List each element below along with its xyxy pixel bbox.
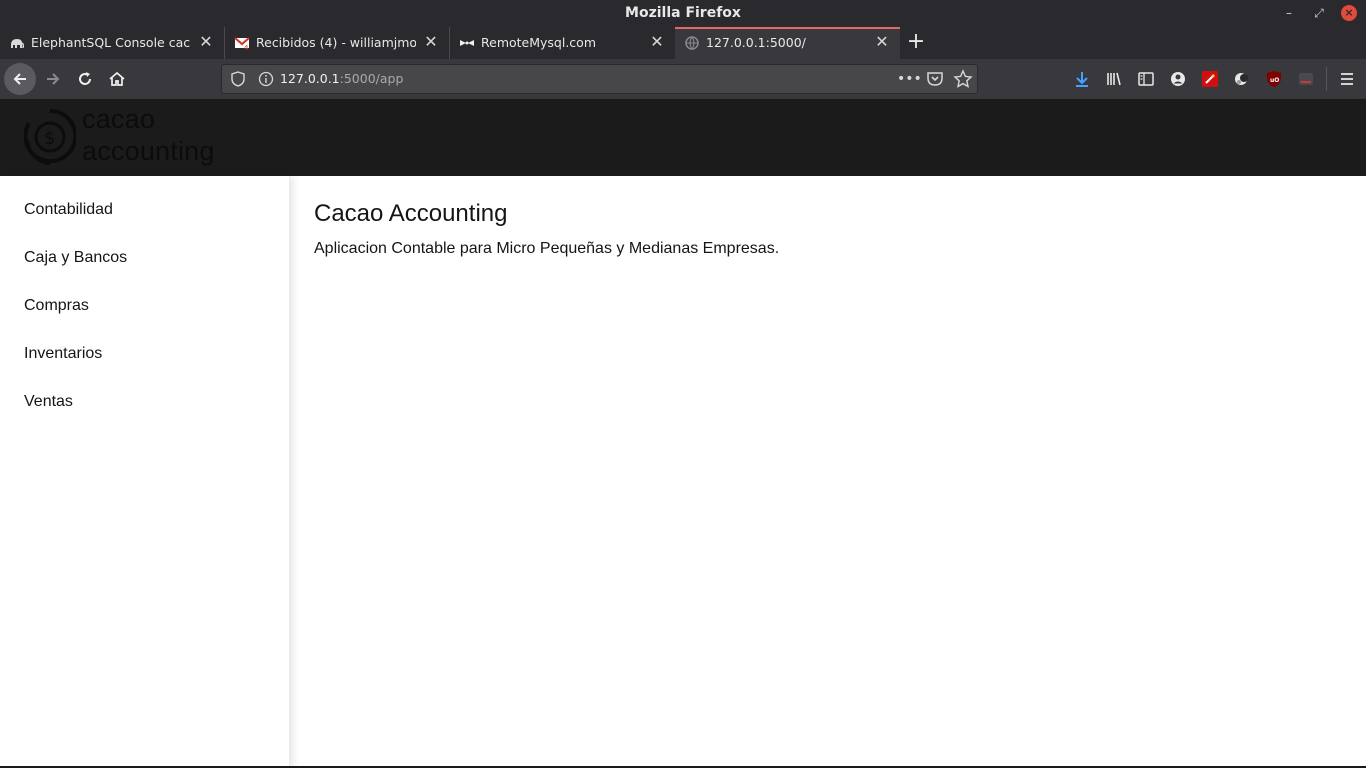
extension-dark-icon[interactable]: [1297, 70, 1315, 88]
url-text[interactable]: 127.0.0.1:5000/app: [280, 71, 403, 86]
window-titlebar: Mozilla Firefox – ⤢ ×: [0, 0, 1366, 27]
restore-button[interactable]: ⤢: [1311, 5, 1327, 21]
tracking-protection-icon[interactable]: [230, 71, 246, 87]
window-title: Mozilla Firefox: [625, 5, 741, 21]
tab-elephantsql[interactable]: ElephantSQL Console cacao_ ✕: [0, 27, 225, 59]
close-window-button[interactable]: ×: [1341, 5, 1357, 21]
extension-red-icon[interactable]: [1201, 70, 1219, 88]
sidebar-item-caja-y-bancos[interactable]: Caja y Bancos: [24, 249, 127, 267]
tab-remotemysql[interactable]: RemoteMysql.com ✕: [450, 27, 675, 59]
back-arrow-icon: [13, 73, 26, 85]
reload-icon: [79, 72, 91, 85]
toolbar-separator: [1326, 67, 1327, 91]
sidebar-item-ventas[interactable]: Ventas: [24, 393, 73, 411]
app-header: $ cacao accounting: [0, 99, 1366, 176]
extension-ghost-icon[interactable]: [1233, 70, 1251, 88]
tab-strip: ElephantSQL Console cacao_ ✕ 4 Recibidos…: [0, 27, 1366, 59]
tab-label: 127.0.0.1:5000/: [706, 35, 806, 50]
svg-text:4: 4: [244, 44, 249, 51]
bookmark-star-icon[interactable]: [953, 69, 973, 89]
forward-button[interactable]: [37, 63, 69, 95]
tab-label: RemoteMysql.com: [481, 35, 597, 50]
svg-text:$: $: [44, 128, 55, 149]
gmail-icon: 4: [234, 37, 250, 51]
ublock-origin-icon[interactable]: uO: [1265, 70, 1283, 88]
logo-wordmark[interactable]: cacao accounting: [82, 103, 215, 167]
download-icon[interactable]: [1073, 70, 1091, 88]
close-tab-icon[interactable]: ✕: [198, 33, 214, 51]
url-host: 127.0.0.1: [280, 71, 340, 86]
app-sidebar: Contabilidad Caja y Bancos Compras Inven…: [0, 176, 290, 768]
pocket-icon[interactable]: [925, 69, 945, 89]
sidebar-toggle-icon[interactable]: [1137, 70, 1155, 88]
page-description: Aplicacion Contable para Micro Pequeñas …: [314, 240, 780, 257]
active-tab-indicator: [675, 27, 900, 29]
remotemysql-icon: [460, 40, 474, 46]
back-button[interactable]: [4, 63, 36, 95]
page-actions-icon[interactable]: •••: [897, 69, 922, 89]
sidebar-item-contabilidad[interactable]: Contabilidad: [24, 201, 113, 219]
svg-text:uO: uO: [1270, 77, 1279, 84]
home-icon: [109, 71, 125, 86]
close-tab-icon[interactable]: ✕: [874, 33, 890, 51]
minimize-button[interactable]: –: [1281, 5, 1297, 21]
reload-button[interactable]: [69, 63, 101, 95]
tab-label: ElephantSQL Console cacao_: [31, 35, 191, 50]
tab-label: Recibidos (4) - williamjmoreno: [256, 35, 416, 50]
page-title: Cacao Accounting: [314, 200, 508, 227]
hamburger-menu-icon[interactable]: [1338, 70, 1356, 88]
cacao-logo-icon[interactable]: $: [24, 107, 76, 167]
forward-arrow-icon: [47, 73, 60, 85]
sidebar-item-compras[interactable]: Compras: [24, 297, 89, 315]
sidebar-item-inventarios[interactable]: Inventarios: [24, 345, 102, 363]
page-viewport: $ cacao accounting Contabilidad Caja y B…: [0, 99, 1366, 768]
elephant-icon: [11, 39, 25, 49]
nav-toolbar: 127.0.0.1:5000/app ••• uO: [0, 59, 1366, 99]
library-icon[interactable]: [1105, 70, 1123, 88]
logo-line-1: cacao: [82, 104, 156, 134]
tab-localhost[interactable]: 127.0.0.1:5000/ ✕: [675, 27, 900, 59]
close-tab-icon[interactable]: ✕: [423, 33, 439, 51]
account-icon[interactable]: [1169, 70, 1187, 88]
logo-line-2: accounting: [82, 136, 215, 166]
new-tab-button[interactable]: +: [905, 31, 927, 53]
url-path: :5000/app: [339, 71, 404, 86]
address-bar[interactable]: 127.0.0.1:5000/app •••: [221, 64, 978, 94]
globe-icon: [685, 36, 699, 50]
site-info-icon[interactable]: [258, 71, 274, 87]
close-tab-icon[interactable]: ✕: [649, 33, 665, 51]
tab-gmail[interactable]: 4 Recibidos (4) - williamjmoreno ✕: [225, 27, 450, 59]
home-button[interactable]: [101, 63, 133, 95]
